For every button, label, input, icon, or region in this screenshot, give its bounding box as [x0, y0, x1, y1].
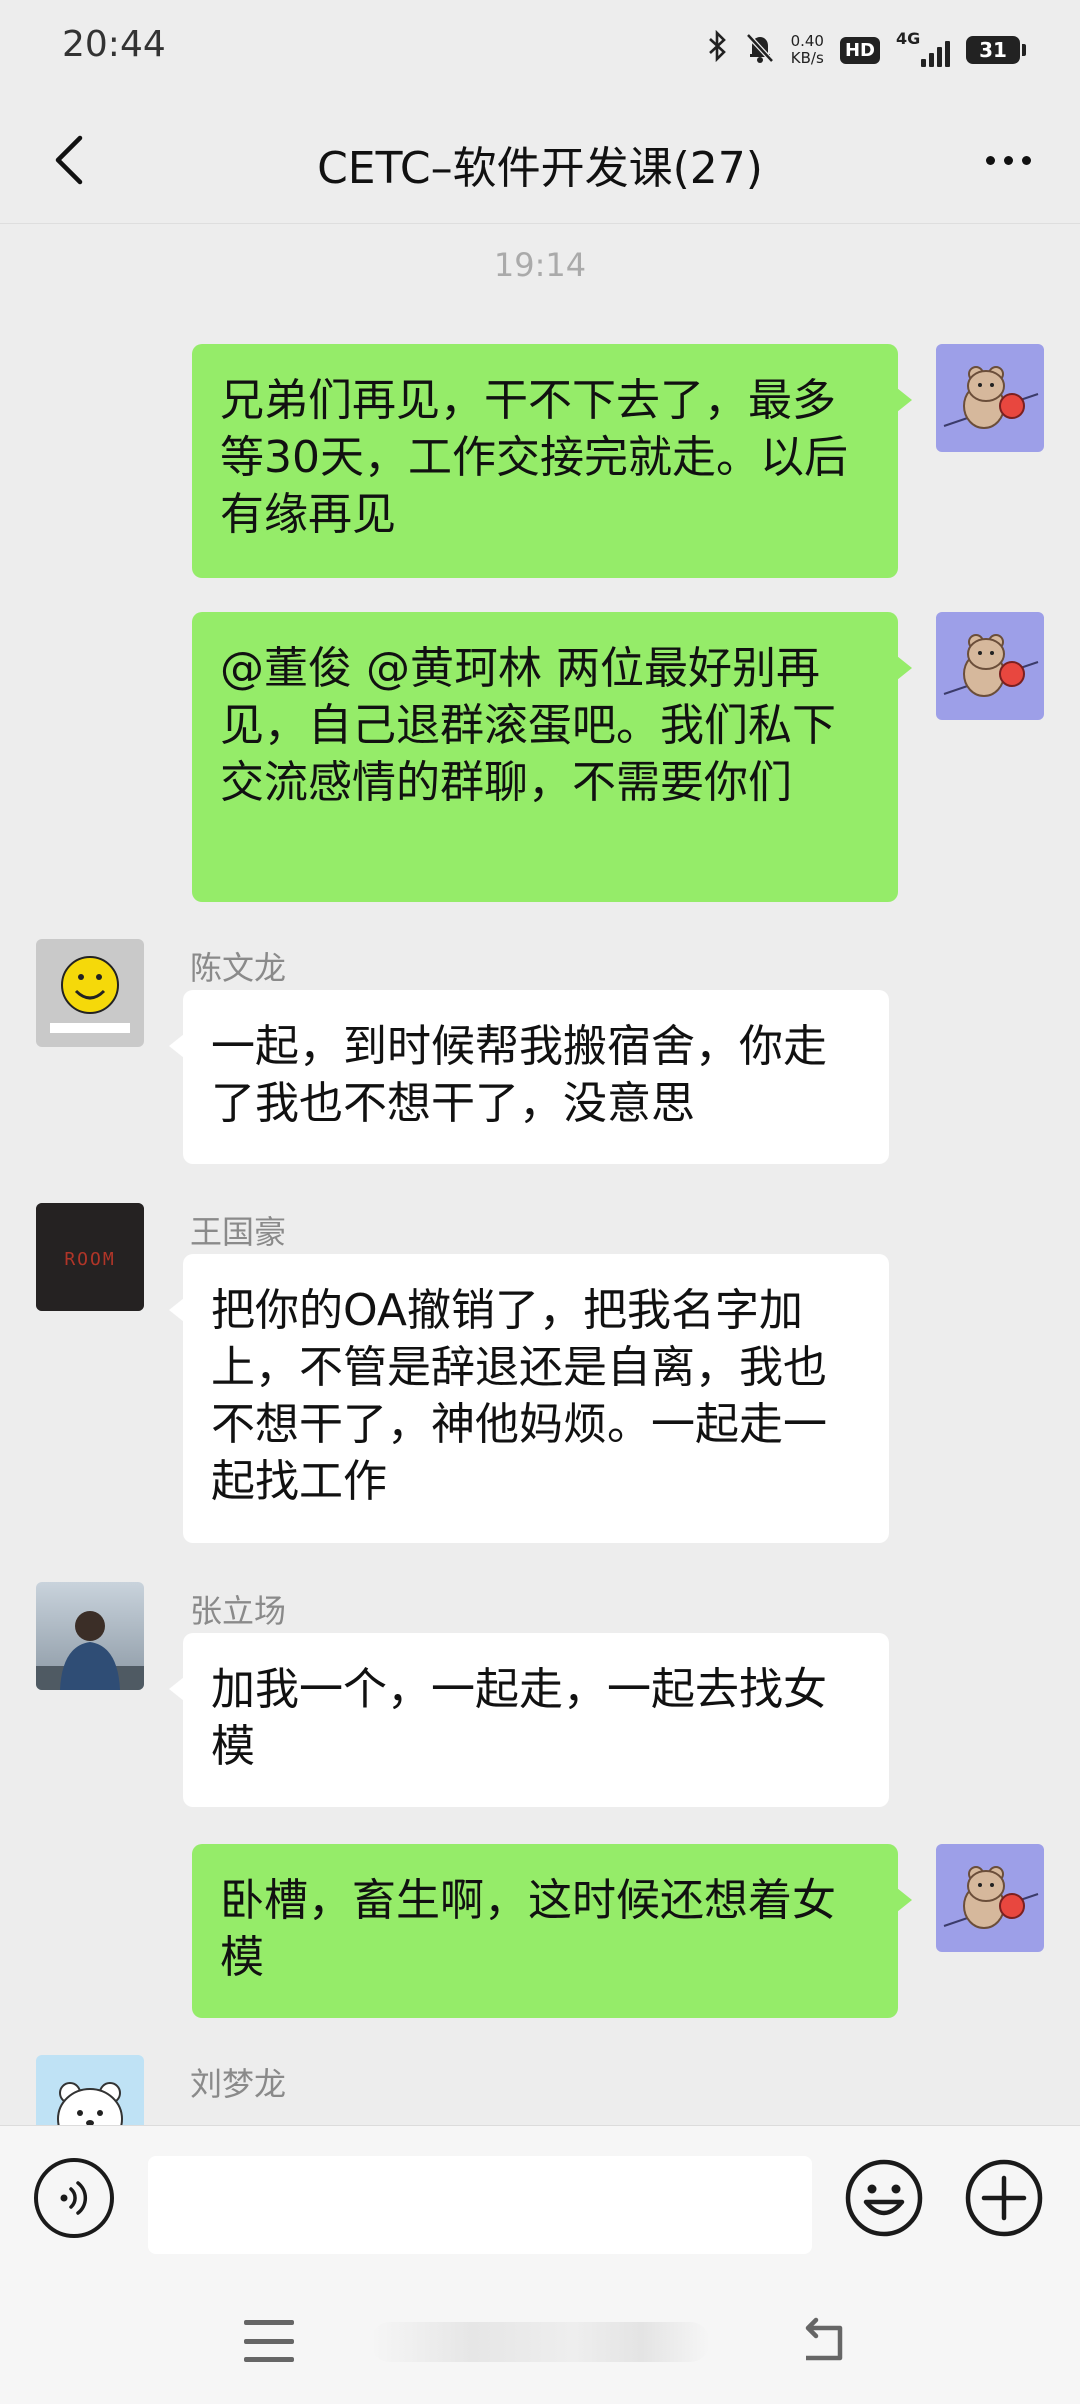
input-bar	[0, 2125, 1080, 2278]
battery-level: 31	[966, 36, 1020, 64]
message-bubble-self[interactable]: 兄弟们再见，干不下去了，最多等30天，工作交接完就走。以后有缘再见	[192, 344, 912, 578]
message-bubble-other[interactable]: 把你的OA撤销了，把我名字加上，不管是辞退还是自离，我也不想干了，神他妈烦。一起…	[169, 1254, 889, 1543]
bluetooth-icon	[707, 29, 729, 70]
net-speed-value: 0.40	[790, 32, 824, 50]
sender-name: 张立场	[190, 1592, 287, 1630]
sender-name: 刘梦龙	[190, 2065, 287, 2103]
net-speed-unit: KB/s	[790, 49, 824, 67]
room-avatar[interactable]: ROOM	[36, 1203, 144, 1311]
message-bubble-other[interactable]: 一起，到时候帮我搬宿舍，你走了我也不想干了，没意思	[169, 990, 889, 1164]
sender-name: 王国豪	[190, 1213, 287, 1251]
emoji-button[interactable]	[844, 2158, 924, 2238]
signal-icon: 4G	[896, 29, 950, 67]
more-button[interactable]	[968, 120, 1048, 200]
home-pill[interactable]	[370, 2322, 710, 2362]
emoji-icon	[845, 2159, 923, 2237]
chat-title: CETC–软件开发课(27)	[317, 143, 763, 194]
back-arrow-icon[interactable]	[796, 2314, 852, 2370]
message-timestamp: 19:14	[493, 246, 587, 284]
smiley-avatar[interactable]	[36, 939, 144, 1047]
message-bubble-other[interactable]: 加我一个，一起走，一起去找女模	[169, 1633, 889, 1807]
voice-button[interactable]	[34, 2158, 114, 2238]
sender-name: 陈文龙	[190, 949, 287, 987]
mute-bell-icon	[745, 32, 775, 68]
message-bubble-self[interactable]: 卧槽，畜生啊，这时候还想着女模	[192, 1844, 912, 2018]
bear-avatar[interactable]	[936, 344, 1044, 452]
chat-screen: 20:44 0.40 KB/s HD 4G 31 CETC–软件开发课(27) …	[0, 0, 1080, 2404]
net-speed: 0.40 KB/s	[791, 33, 824, 67]
bear-avatar[interactable]	[936, 612, 1044, 720]
more-functions-button[interactable]	[964, 2158, 1044, 2238]
more-dot	[1003, 155, 1013, 165]
svg-text:ROOM: ROOM	[64, 1249, 115, 1270]
more-dot	[985, 155, 995, 165]
bear-avatar[interactable]	[936, 1844, 1044, 1952]
person-avatar[interactable]	[36, 1582, 144, 1690]
message-list[interactable]: 19:14 兄弟们再见，干不下去了，最多等30天，工作交接完就走。以后有缘再见 …	[0, 225, 1080, 2125]
status-time: 20:44	[62, 24, 166, 65]
message-input[interactable]	[148, 2156, 812, 2254]
system-nav-bar	[0, 2278, 1080, 2404]
status-icons: 0.40 KB/s HD 4G 31	[707, 28, 1026, 72]
message-bubble-self[interactable]: @董俊 @黄珂林 两位最好别再见，自己退群滚蛋吧。我们私下交流感情的群聊，不需要…	[192, 612, 912, 902]
battery-icon: 31	[966, 36, 1026, 64]
status-bar: 20:44 0.40 KB/s HD 4G 31	[0, 0, 1080, 96]
network-label: 4G	[896, 29, 921, 48]
polar-bear-avatar[interactable]	[36, 2055, 144, 2125]
more-dot	[1021, 155, 1031, 165]
plus-icon	[965, 2159, 1043, 2237]
chat-header: CETC–软件开发课(27)	[0, 96, 1080, 224]
menu-icon[interactable]	[244, 2320, 294, 2362]
hd-icon: HD	[839, 36, 880, 64]
voice-icon	[60, 2181, 88, 2215]
